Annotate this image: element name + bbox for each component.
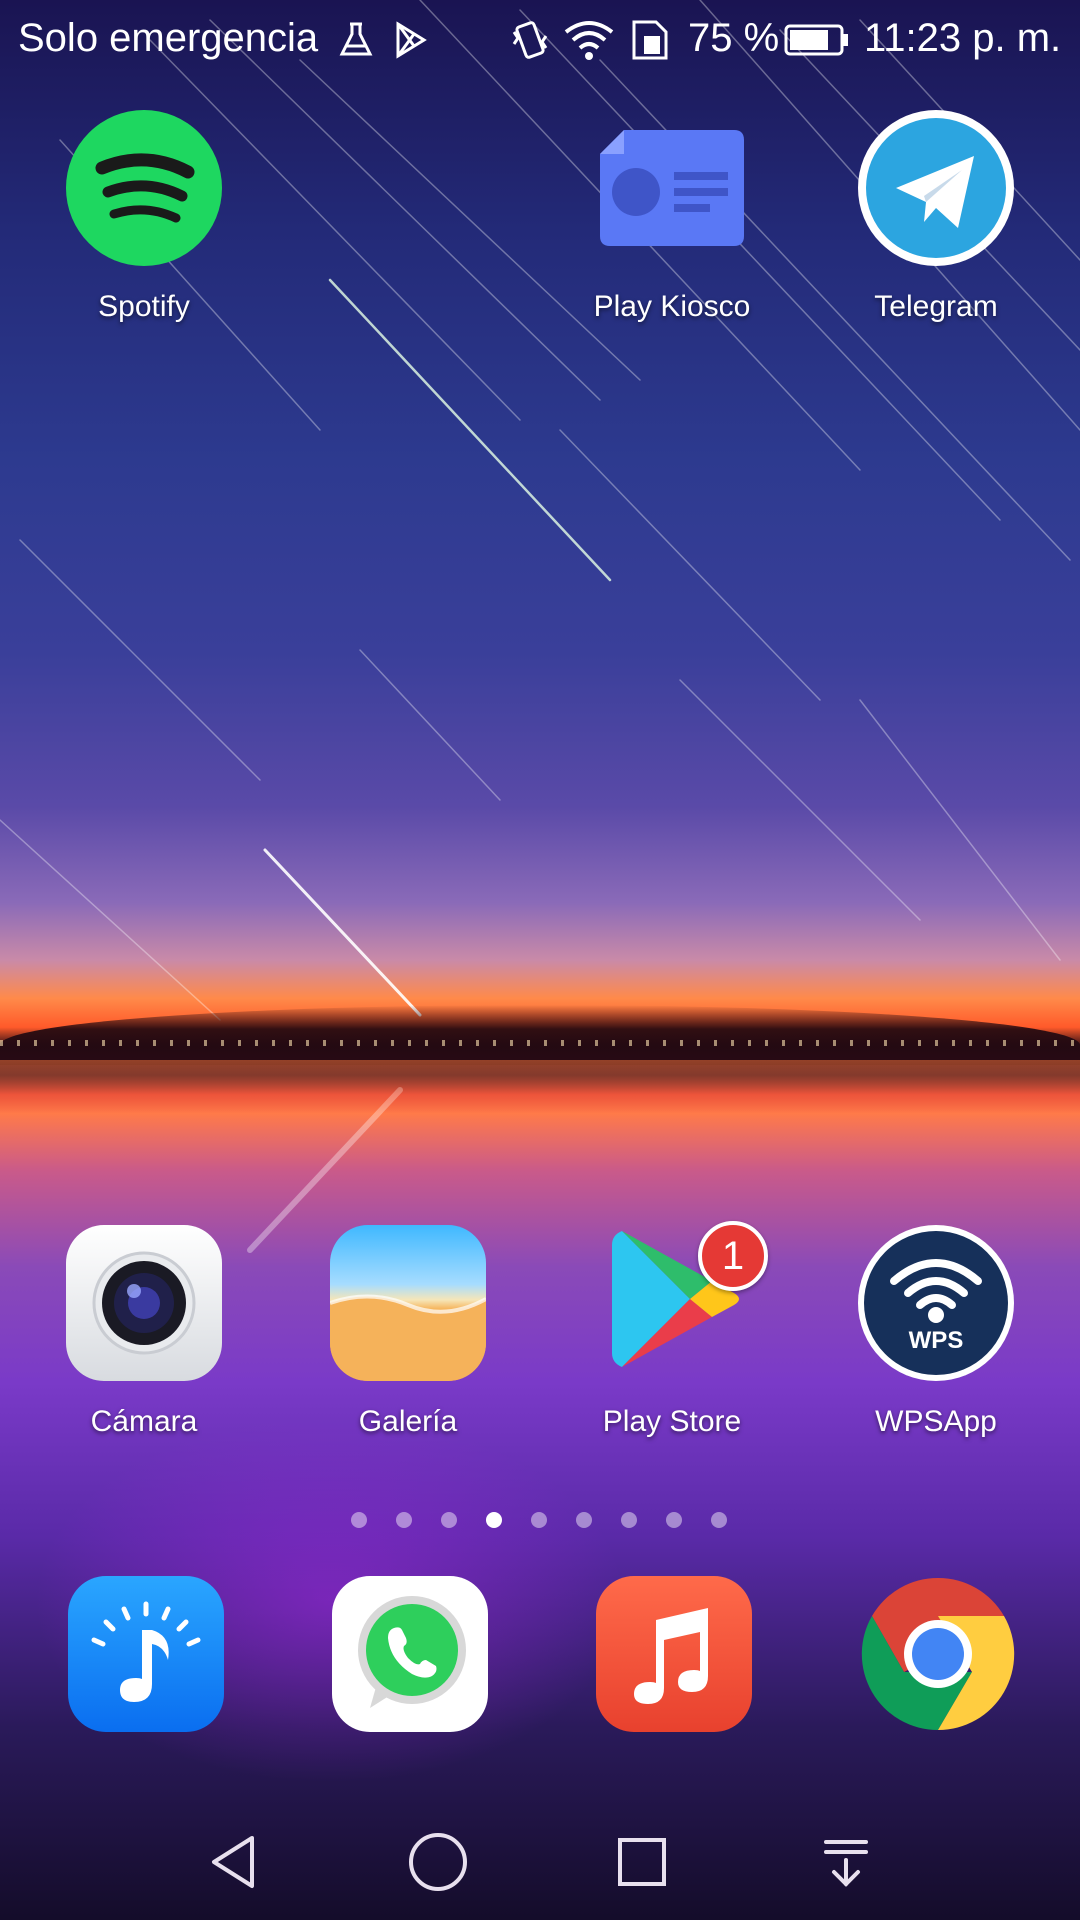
page-dot[interactable] [621,1512,637,1528]
dock-chrome[interactable] [818,1576,1058,1732]
page-dot[interactable] [396,1512,412,1528]
wallpaper-reflection [0,1060,1080,1120]
page-dot-active[interactable] [486,1512,502,1528]
notification-pulldown-icon[interactable] [806,1822,886,1902]
music-icon [596,1576,752,1732]
app-spotify[interactable]: Spotify [24,110,264,324]
notification-cleaner-icon [338,18,374,62]
sim-icon [630,18,670,62]
music-player-icon [68,1576,224,1732]
wps-logo-text: WPS [908,1327,964,1354]
camera-icon [66,1225,222,1381]
page-dot[interactable] [666,1512,682,1528]
wps-icon: WPS [858,1225,1014,1381]
app-label: Cámara [90,1405,198,1438]
app-play-kiosco[interactable]: Play Kiosco [552,110,792,324]
page-dot[interactable] [351,1512,367,1528]
battery-percent: 75 % [688,16,780,60]
carrier-label: Solo emergencia [18,16,319,60]
app-label: Play Store [602,1405,742,1438]
wallpaper-city-lights [0,1040,1080,1046]
app-label: WPSApp [875,1405,997,1438]
recents-icon[interactable] [602,1822,682,1902]
whatsapp-icon [332,1576,488,1732]
dock-whatsapp[interactable] [290,1576,530,1732]
dock-music-player[interactable] [26,1576,266,1732]
gallery-icon [330,1225,486,1381]
play-store-notification-icon [392,18,428,62]
app-camara[interactable]: Cámara [24,1225,264,1439]
page-dot[interactable] [711,1512,727,1528]
spotify-icon [66,110,222,266]
telegram-icon [858,110,1014,266]
page-indicator[interactable] [0,1508,1080,1532]
vibrate-icon [510,18,550,62]
back-icon[interactable] [194,1822,274,1902]
wifi-icon [562,18,616,62]
page-dot[interactable] [441,1512,457,1528]
notification-badge: 1 [698,1221,768,1291]
app-wpsapp[interactable]: WPS WPSApp [816,1225,1056,1439]
app-label: Telegram [874,290,998,323]
play-kiosco-icon [594,110,750,266]
page-dot[interactable] [576,1512,592,1528]
home-icon[interactable] [398,1822,478,1902]
battery-icon [784,18,850,62]
clock: 11:23 p. m. [864,16,1062,60]
chrome-icon [860,1576,1016,1732]
home-screen: Solo emergencia 75 % 11:23 p. m. Spotify… [0,0,1080,1920]
navigation-bar [0,1800,1080,1920]
page-dot[interactable] [531,1512,547,1528]
status-bar: Solo emergencia 75 % 11:23 p. m. [0,0,1080,80]
app-telegram[interactable]: Telegram [816,110,1056,324]
app-label: Galería [358,1405,458,1438]
play-store-icon: 1 [594,1221,768,1381]
app-play-store[interactable]: 1 Play Store [552,1221,792,1439]
app-label: Spotify [98,290,190,323]
wallpaper-horizon [0,1005,1080,1065]
app-galeria[interactable]: Galería [288,1225,528,1439]
dock-music[interactable] [554,1576,794,1732]
app-label: Play Kiosco [593,290,751,323]
